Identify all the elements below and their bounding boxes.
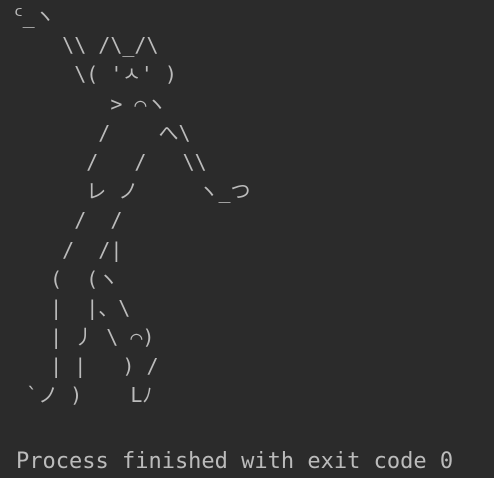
ascii-art-line: | |、\ xyxy=(14,295,131,320)
ascii-art-line: \\ /\_/\ xyxy=(14,33,159,58)
ascii-art-line: > ⌒ヽ xyxy=(14,91,167,116)
ascii-art-line: / /| xyxy=(14,237,123,262)
console-output: ᑦ_ヽ \\ /\_/\ \( 'ㅅ' ) > ⌒ヽ / へ\ / / \\ レ… xyxy=(0,0,494,478)
ascii-art-line: | 丿 \ ⌒) xyxy=(14,325,155,350)
ascii-art-dancing-cat: ᑦ_ヽ \\ /\_/\ \( 'ㅅ' ) > ⌒ヽ / へ\ / / \\ レ… xyxy=(14,2,484,411)
ascii-art-line: / / xyxy=(14,208,123,233)
ascii-art-line: | | ) / xyxy=(14,354,159,379)
ascii-art-line: / / \\ xyxy=(14,149,207,174)
ascii-art-line: \( 'ㅅ' ) xyxy=(14,62,177,87)
ascii-art-line: ( (ヽ xyxy=(14,266,119,291)
ascii-art-line: ᑦ_ヽ xyxy=(14,4,55,28)
ascii-art-line: / へ\ xyxy=(14,120,191,145)
process-exit-message: Process finished with exit code 0 xyxy=(16,449,454,474)
ascii-art-line: レ ノ ヽ_つ xyxy=(14,179,251,204)
ascii-art-line: `ノ ) Lﾉ xyxy=(14,383,153,408)
